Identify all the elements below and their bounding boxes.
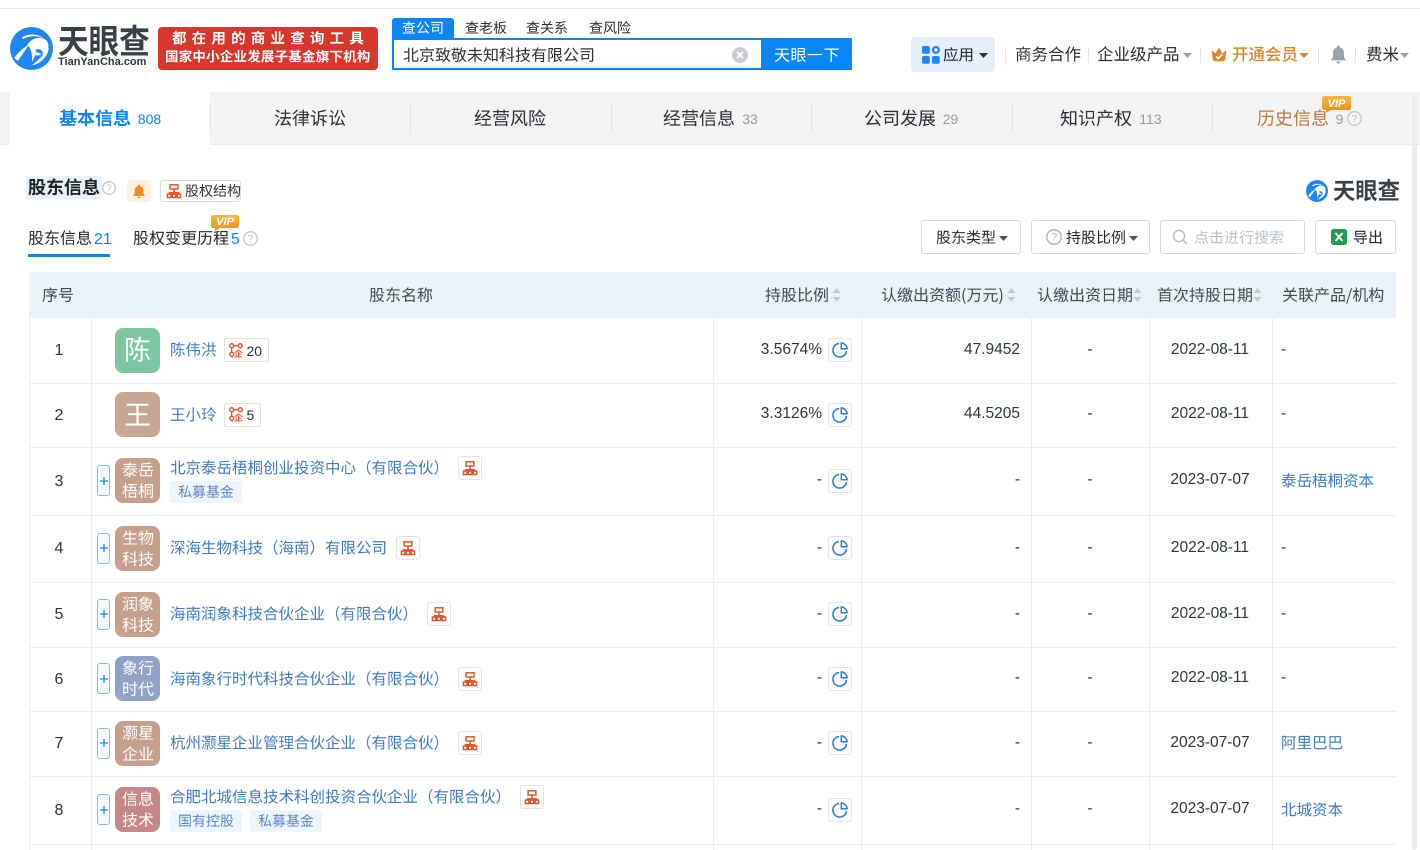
svg-text:?: ? [1352, 114, 1358, 125]
svg-text:?: ? [1051, 232, 1057, 244]
svg-text:?: ? [248, 234, 254, 245]
svg-text:VIP: VIP [1328, 98, 1346, 110]
svg-text:VIP: VIP [216, 216, 234, 228]
svg-text:?: ? [106, 183, 111, 194]
